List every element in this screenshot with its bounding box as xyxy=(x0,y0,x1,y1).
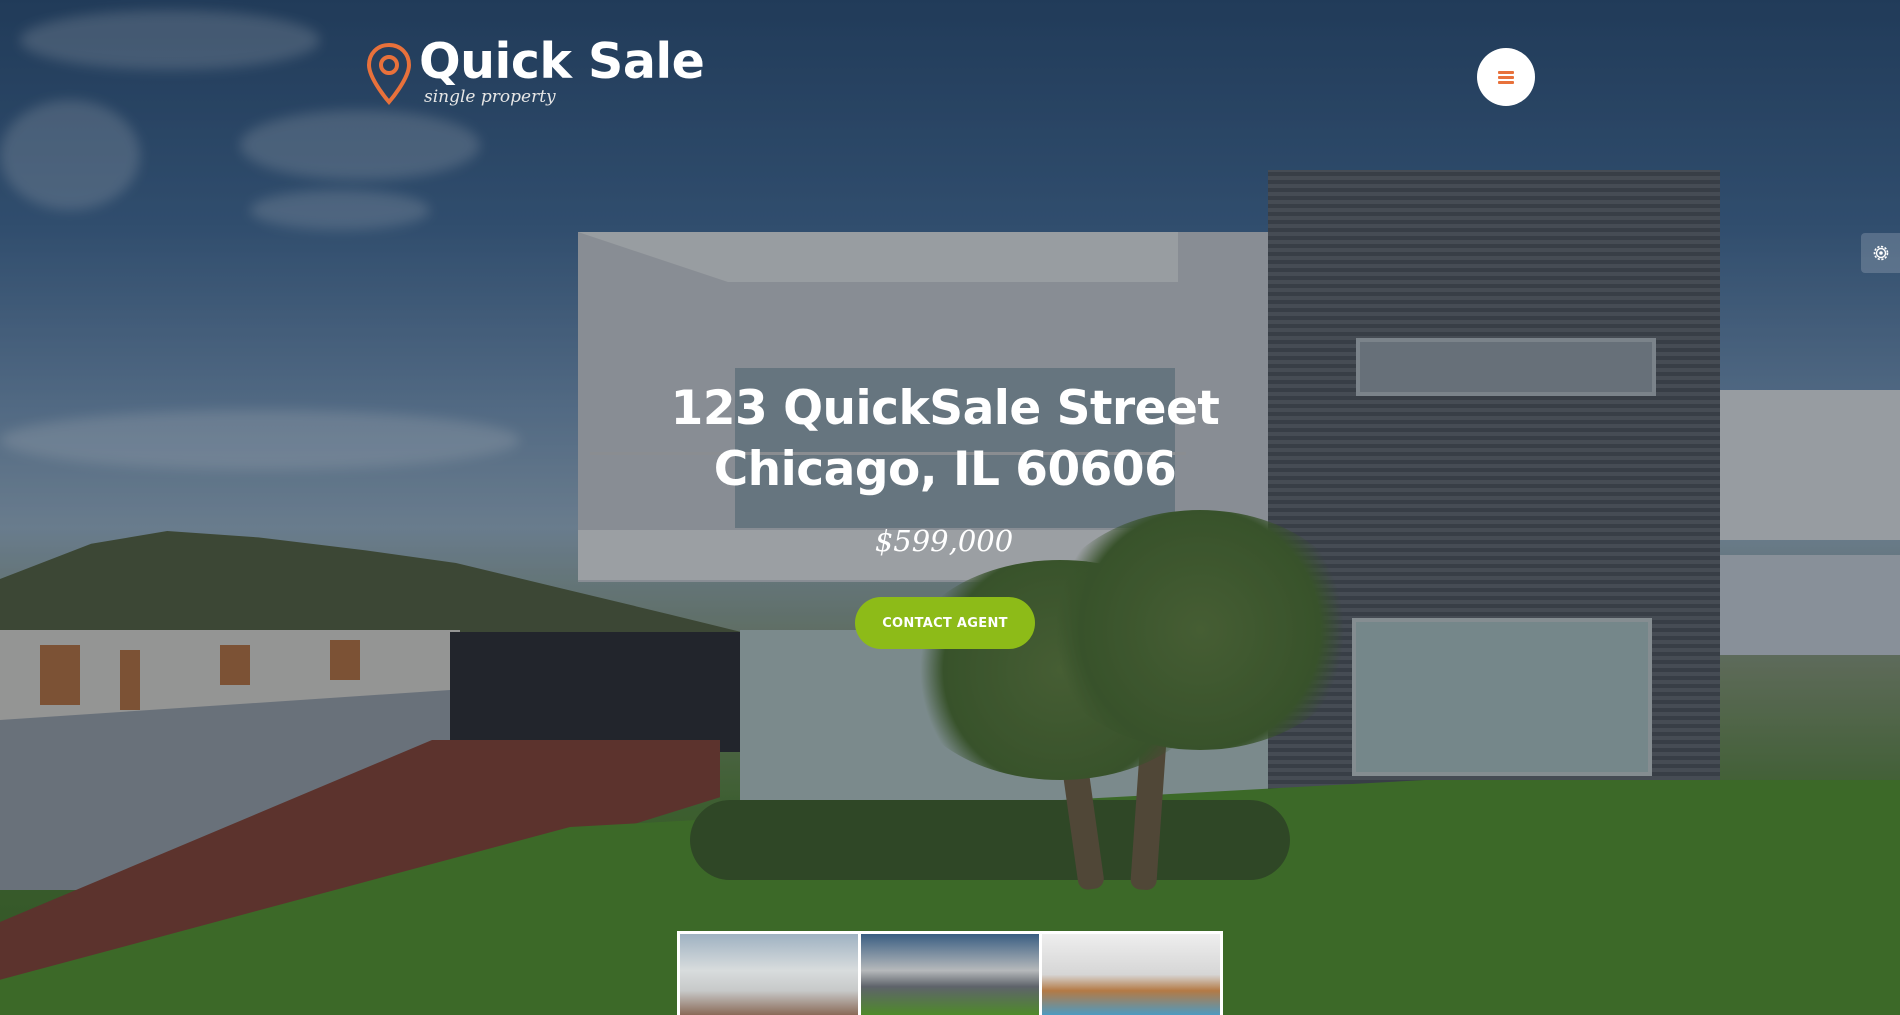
gear-icon xyxy=(1873,245,1888,261)
site-logo[interactable]: Quick Sale single property xyxy=(365,33,705,107)
logo-subtitle: single property xyxy=(424,87,556,107)
location-pin-icon xyxy=(366,42,412,106)
property-price: $599,000 xyxy=(874,524,1014,558)
menu-button[interactable] xyxy=(1477,48,1535,106)
property-address: 123 QuickSale Street Chicago, IL 60606 xyxy=(0,378,1890,500)
thumbnail-gallery xyxy=(677,931,1223,1015)
contact-agent-button[interactable]: CONTACT AGENT xyxy=(855,597,1035,649)
address-line-1: 123 QuickSale Street xyxy=(670,381,1220,436)
dark-overlay xyxy=(0,0,1900,1015)
gallery-thumbnail[interactable] xyxy=(861,934,1039,1015)
gallery-thumbnail[interactable] xyxy=(680,934,858,1015)
hero-section: Quick Sale single property 123 QuickSale… xyxy=(0,0,1900,1015)
logo-title: Quick Sale xyxy=(419,33,705,90)
settings-toggle[interactable] xyxy=(1861,233,1900,273)
gallery-thumbnail[interactable] xyxy=(1042,934,1220,1015)
address-line-2: Chicago, IL 60606 xyxy=(713,442,1177,497)
hamburger-icon xyxy=(1498,69,1514,86)
